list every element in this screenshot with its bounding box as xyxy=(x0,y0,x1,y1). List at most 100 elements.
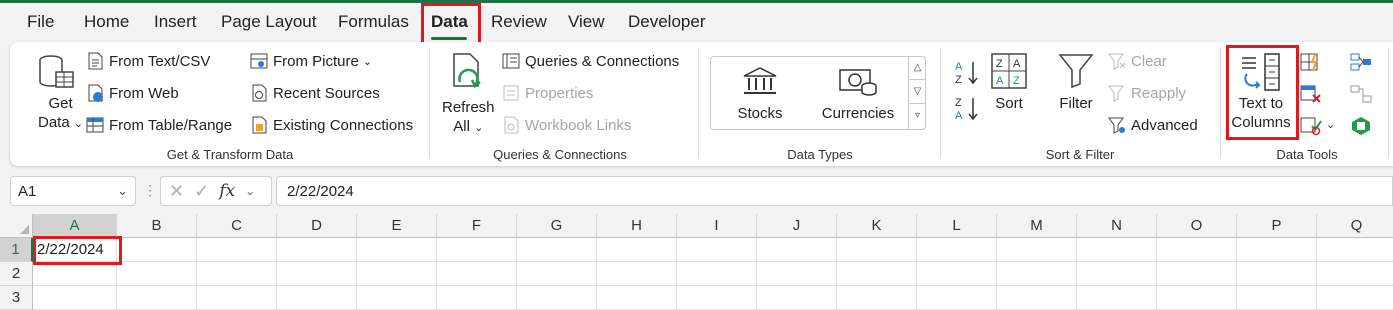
relationships-button[interactable] xyxy=(1350,84,1372,104)
filter-button[interactable]: Filter xyxy=(1054,50,1098,116)
cell-j3[interactable] xyxy=(757,286,837,310)
cell-o1[interactable] xyxy=(1157,238,1237,262)
cell-j2[interactable] xyxy=(757,262,837,286)
tab-insert[interactable]: Insert xyxy=(154,12,197,32)
sort-a-z-button[interactable]: A Z xyxy=(954,58,980,86)
column-header-f[interactable]: F xyxy=(437,214,517,238)
select-all-button[interactable] xyxy=(0,214,33,238)
column-header-i[interactable]: I xyxy=(677,214,757,238)
recent-sources-button[interactable]: Recent Sources xyxy=(250,84,380,102)
cell-e1[interactable] xyxy=(357,238,437,262)
cell-h2[interactable] xyxy=(597,262,677,286)
cell-n1[interactable] xyxy=(1077,238,1157,262)
stocks-button[interactable]: Stocks xyxy=(724,64,796,124)
sort-z-a-button[interactable]: Z A xyxy=(954,94,980,122)
cell-m1[interactable] xyxy=(997,238,1077,262)
from-web-button[interactable]: From Web xyxy=(86,84,179,102)
cell-k3[interactable] xyxy=(837,286,917,310)
column-header-c[interactable]: C xyxy=(197,214,277,238)
tab-page-layout[interactable]: Page Layout xyxy=(221,12,316,32)
data-model-button[interactable] xyxy=(1350,116,1372,136)
cell-g3[interactable] xyxy=(517,286,597,310)
cell-b1[interactable] xyxy=(117,238,197,262)
cell-q3[interactable] xyxy=(1317,286,1393,310)
workbook-links-button[interactable]: Workbook Links xyxy=(502,116,631,134)
column-header-m[interactable]: M xyxy=(997,214,1077,238)
column-header-o[interactable]: O xyxy=(1157,214,1237,238)
cell-m3[interactable] xyxy=(997,286,1077,310)
cell-q1[interactable] xyxy=(1317,238,1393,262)
scroll-down-icon[interactable]: ▽ xyxy=(909,80,926,104)
cell-i3[interactable] xyxy=(677,286,757,310)
tab-review[interactable]: Review xyxy=(491,12,547,32)
cell-b2[interactable] xyxy=(117,262,197,286)
data-validation-button[interactable]: ⌄ xyxy=(1300,116,1340,136)
cell-p3[interactable] xyxy=(1237,286,1317,310)
cell-j1[interactable] xyxy=(757,238,837,262)
resize-handle-icon[interactable]: ⋮ xyxy=(143,182,157,199)
cell-h1[interactable] xyxy=(597,238,677,262)
cell-e3[interactable] xyxy=(357,286,437,310)
cell-n3[interactable] xyxy=(1077,286,1157,310)
column-header-n[interactable]: N xyxy=(1077,214,1157,238)
column-header-h[interactable]: H xyxy=(597,214,677,238)
row-header-2[interactable]: 2 xyxy=(0,262,33,286)
cell-c1[interactable] xyxy=(197,238,277,262)
remove-duplicates-button[interactable] xyxy=(1300,84,1322,104)
cell-g2[interactable] xyxy=(517,262,597,286)
properties-button[interactable]: Properties xyxy=(502,84,593,102)
cell-q2[interactable] xyxy=(1317,262,1393,286)
column-header-k[interactable]: K xyxy=(837,214,917,238)
refresh-all-button[interactable]: Refresh All ⌄ xyxy=(438,50,496,136)
cell-m2[interactable] xyxy=(997,262,1077,286)
more-icon[interactable]: ▿ xyxy=(909,104,926,128)
cancel-icon[interactable]: ✕ xyxy=(169,181,184,202)
tab-view[interactable]: View xyxy=(568,12,605,32)
column-header-b[interactable]: B xyxy=(117,214,197,238)
column-header-q[interactable]: Q xyxy=(1317,214,1393,238)
name-box[interactable]: A1 ⌄ xyxy=(10,176,136,206)
cell-g1[interactable] xyxy=(517,238,597,262)
get-data-button[interactable]: Get Data ⌄ xyxy=(28,50,86,136)
cell-a3[interactable] xyxy=(33,286,117,310)
row-header-1[interactable]: 1 xyxy=(0,238,33,262)
cell-h3[interactable] xyxy=(597,286,677,310)
from-text-csv-button[interactable]: From Text/CSV xyxy=(86,52,210,70)
column-header-j[interactable]: J xyxy=(757,214,837,238)
column-header-l[interactable]: L xyxy=(917,214,997,238)
from-picture-button[interactable]: From Picture ⌄ xyxy=(250,52,372,70)
tab-developer[interactable]: Developer xyxy=(628,12,706,32)
insert-function-button[interactable]: fx xyxy=(219,181,235,201)
cell-n2[interactable] xyxy=(1077,262,1157,286)
cell-p2[interactable] xyxy=(1237,262,1317,286)
existing-connections-button[interactable]: Existing Connections xyxy=(250,116,413,134)
sort-button[interactable]: Z A A Z Sort xyxy=(988,50,1030,116)
cell-a2[interactable] xyxy=(33,262,117,286)
cell-k1[interactable] xyxy=(837,238,917,262)
cell-l2[interactable] xyxy=(917,262,997,286)
cell-i1[interactable] xyxy=(677,238,757,262)
cell-d2[interactable] xyxy=(277,262,357,286)
cell-f2[interactable] xyxy=(437,262,517,286)
chevron-down-icon[interactable]: ⌄ xyxy=(245,184,255,198)
cell-l1[interactable] xyxy=(917,238,997,262)
cell-e2[interactable] xyxy=(357,262,437,286)
column-header-e[interactable]: E xyxy=(357,214,437,238)
cell-l3[interactable] xyxy=(917,286,997,310)
scroll-up-icon[interactable]: △ xyxy=(909,56,926,80)
cell-k2[interactable] xyxy=(837,262,917,286)
column-header-g[interactable]: G xyxy=(517,214,597,238)
advanced-filter-button[interactable]: Advanced xyxy=(1108,116,1198,134)
formula-input[interactable]: 2/22/2024 xyxy=(276,176,1393,206)
cell-d3[interactable] xyxy=(277,286,357,310)
clear-filter-button[interactable]: Clear xyxy=(1108,52,1167,70)
currencies-button[interactable]: Currencies xyxy=(816,64,900,124)
queries-connections-button[interactable]: Queries & Connections xyxy=(502,52,679,70)
cell-f1[interactable] xyxy=(437,238,517,262)
cell-o2[interactable] xyxy=(1157,262,1237,286)
chevron-down-icon[interactable]: ⌄ xyxy=(117,183,128,199)
column-header-a[interactable]: A xyxy=(33,214,117,238)
column-header-d[interactable]: D xyxy=(277,214,357,238)
cell-c3[interactable] xyxy=(197,286,277,310)
from-table-range-button[interactable]: From Table/Range xyxy=(86,116,232,134)
